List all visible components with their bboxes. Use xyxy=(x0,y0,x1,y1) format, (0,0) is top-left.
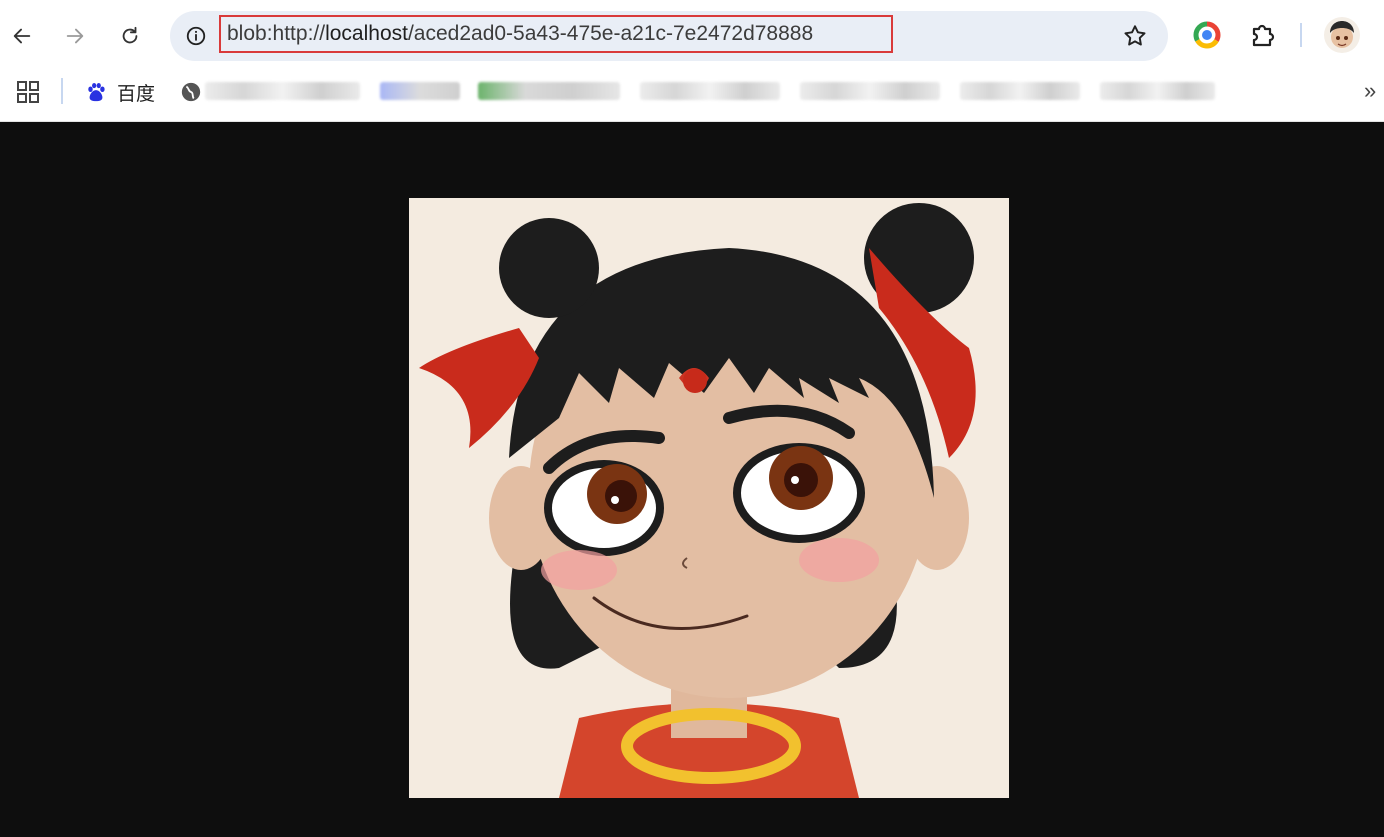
url-path: /aced2ad0-5a43-475e-a21c-7e2472d78888 xyxy=(407,22,814,45)
puzzle-icon[interactable] xyxy=(1248,20,1278,50)
bookmarks-divider xyxy=(61,78,63,104)
cartoon-portrait-illustration xyxy=(409,198,1009,798)
profile-avatar[interactable] xyxy=(1324,17,1360,53)
browser-chrome: blob:http://localhost/aced2ad0-5a43-475e… xyxy=(0,0,1384,122)
back-arrow-icon xyxy=(13,28,31,44)
site-info-icon xyxy=(186,26,206,46)
bookmarks-bar: 百度 » xyxy=(0,70,1384,118)
toolbar-divider xyxy=(1300,23,1302,47)
bookmark-redacted[interactable] xyxy=(640,82,780,100)
bookmark-redacted[interactable] xyxy=(960,82,1080,100)
bookmark-redacted[interactable] xyxy=(800,82,940,100)
bookmark-redacted[interactable] xyxy=(478,82,620,100)
star-icon[interactable] xyxy=(1122,23,1148,49)
browser-toolbar: blob:http://localhost/aced2ad0-5a43-475e… xyxy=(0,0,1384,70)
bookmark-redacted[interactable] xyxy=(380,82,460,100)
address-bar[interactable]: blob:http://localhost/aced2ad0-5a43-475e… xyxy=(170,11,1168,61)
page-viewport xyxy=(0,122,1384,837)
more-bookmarks-chevron-icon[interactable]: » xyxy=(1364,78,1376,104)
back-button[interactable] xyxy=(4,18,40,54)
bookmark-label: 百度 xyxy=(117,83,156,105)
bookmark-redacted[interactable] xyxy=(205,82,360,100)
forward-arrow-icon xyxy=(66,28,84,44)
bookmark-baidu[interactable]: 百度 xyxy=(85,78,155,106)
baidu-paw-icon xyxy=(88,83,105,102)
displayed-image xyxy=(409,198,1009,798)
chrome-extension-icon[interactable] xyxy=(1192,20,1222,50)
avatar-face-icon xyxy=(1330,21,1354,48)
reload-icon xyxy=(122,26,138,44)
forward-button[interactable] xyxy=(57,18,93,54)
url-text[interactable]: blob:http://localhost/aced2ad0-5a43-475e… xyxy=(219,15,893,53)
bookmark-redacted[interactable] xyxy=(1100,82,1215,100)
apps-grid-icon[interactable] xyxy=(16,80,40,104)
url-prefix: blob:http:// xyxy=(227,22,326,45)
reload-button[interactable] xyxy=(112,18,148,54)
url-host: localhost xyxy=(325,22,408,45)
globe-icon[interactable] xyxy=(180,81,202,103)
site-info-button[interactable] xyxy=(180,20,212,52)
